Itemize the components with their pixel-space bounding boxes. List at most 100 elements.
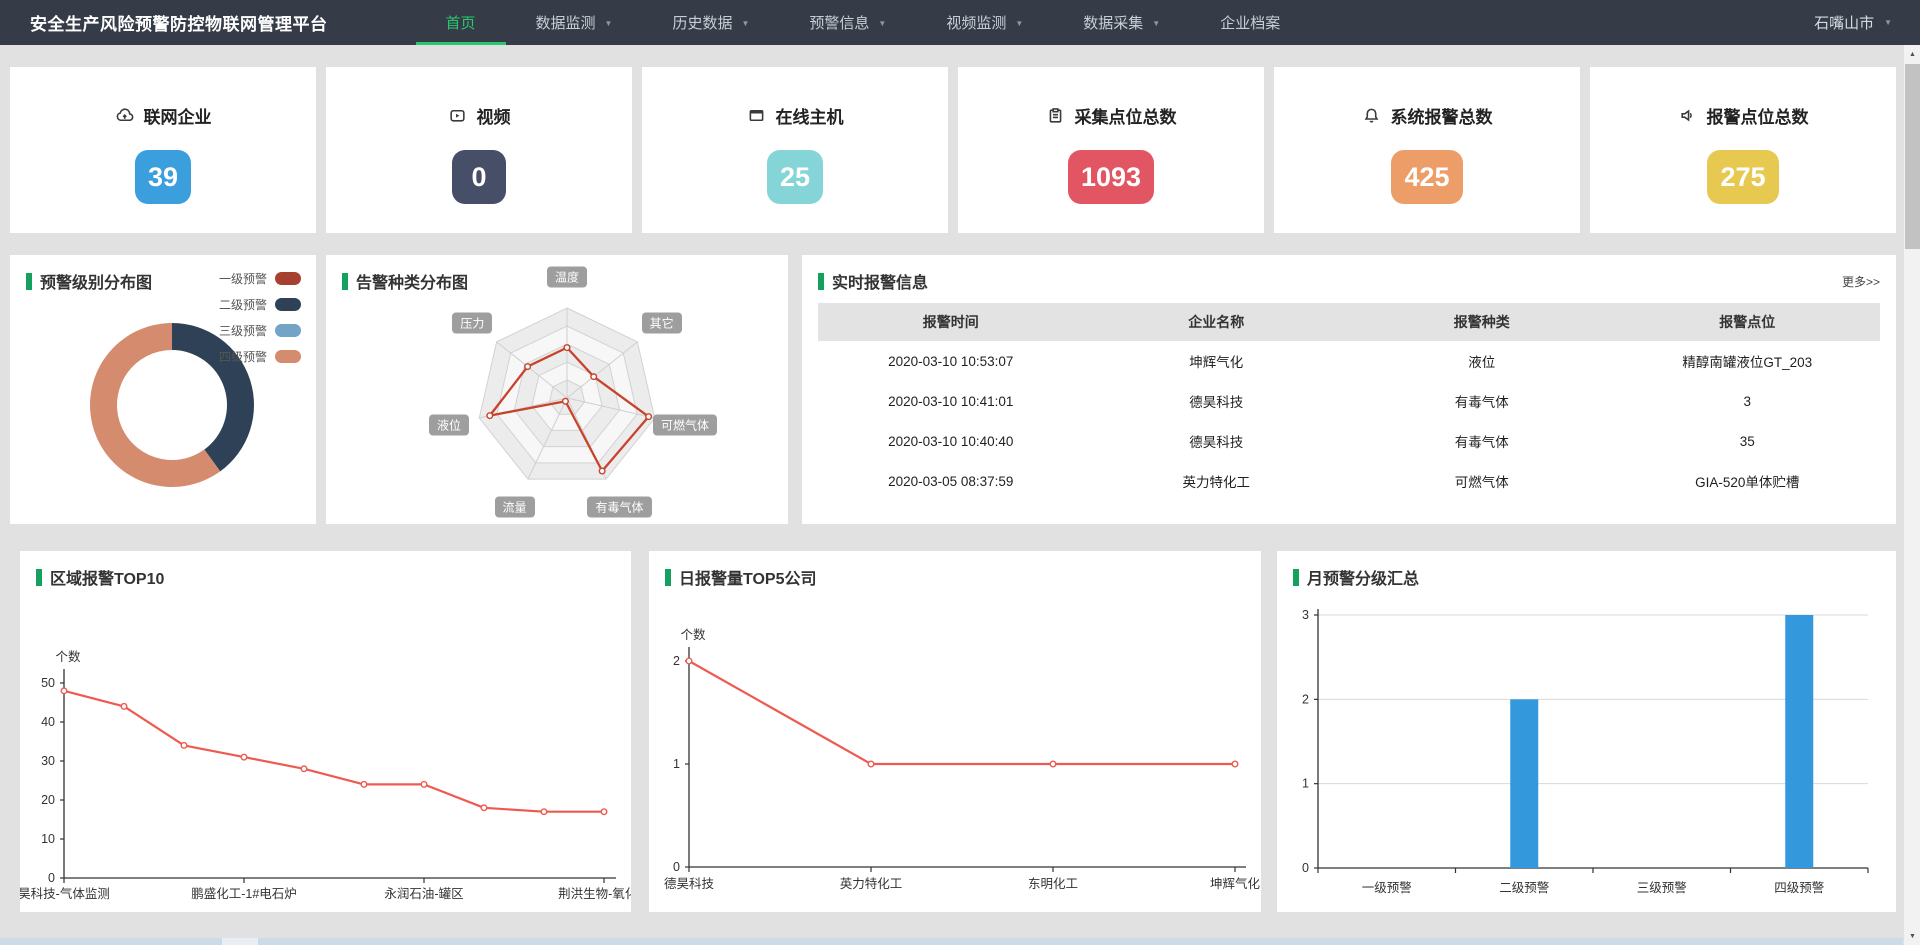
nav-item-label: 企业档案 <box>1220 12 1280 33</box>
chevron-down-icon: ▼ <box>741 19 749 28</box>
region-selector[interactable]: 石嘴山市 ▼ <box>1814 12 1892 33</box>
chevron-down-icon: ▼ <box>1884 18 1892 27</box>
svg-text:荆洪生物-氧化反: 荆洪生物-氧化反 <box>558 887 631 901</box>
radar-axis-label: 可燃气体 <box>653 414 717 435</box>
svg-text:2: 2 <box>673 654 680 668</box>
scroll-up-button[interactable]: ▲ <box>1904 45 1920 63</box>
monitor-icon <box>747 106 766 125</box>
svg-text:1: 1 <box>1302 777 1309 791</box>
next-section-edge <box>0 938 1920 945</box>
alarm-type-radar-chart <box>326 255 788 524</box>
svg-text:四级预警: 四级预警 <box>1774 880 1824 895</box>
table-cell: 2020-03-10 10:41:01 <box>818 394 1084 409</box>
legend-item[interactable]: 二级预警 <box>219 296 301 313</box>
svg-text:个数: 个数 <box>55 649 81 664</box>
svg-text:3: 3 <box>1302 608 1309 622</box>
svg-text:50: 50 <box>41 676 55 690</box>
svg-text:20: 20 <box>41 793 55 807</box>
svg-text:0: 0 <box>673 860 680 874</box>
nav-item-label: 历史数据 <box>672 12 732 33</box>
svg-text:2: 2 <box>1302 692 1309 706</box>
legend-swatch <box>275 298 301 311</box>
panel-title-text: 日报警量TOP5公司 <box>679 565 817 589</box>
radar-axis-label: 其它 <box>642 312 682 333</box>
nav-item-label: 数据监测 <box>536 12 596 33</box>
panel-warning-level-distribution: 预警级别分布图 一级预警二级预警三级预警四级预警 <box>10 255 316 524</box>
panel-realtime-alarms: 实时报警信息 更多>> 报警时间企业名称报警种类报警点位 2020-03-10 … <box>802 255 1896 524</box>
table-cell: 液位 <box>1349 351 1615 371</box>
stat-card-value: 39 <box>135 150 191 204</box>
nav-item-3[interactable]: 预警信息▼ <box>779 0 916 45</box>
speaker-icon <box>1678 106 1697 125</box>
scroll-down-button[interactable]: ▼ <box>1904 927 1920 945</box>
video-icon <box>448 106 467 125</box>
stat-card-head: 采集点位总数 <box>1046 103 1177 128</box>
panel-title-text: 预警级别分布图 <box>40 269 152 293</box>
title-marker <box>342 273 348 290</box>
svg-text:40: 40 <box>41 715 55 729</box>
stat-card-head: 视频 <box>448 103 511 128</box>
nav-item-2[interactable]: 历史数据 ▼ <box>642 0 779 45</box>
stat-card-label: 采集点位总数 <box>1075 103 1177 128</box>
region-alarm-top10-chart: 01020304050个数昊科技-气体监测鹏盛化工-1#电石炉永润石油-罐区荆洪… <box>20 551 631 912</box>
stat-card-value: 425 <box>1391 150 1462 204</box>
title-marker <box>36 569 42 586</box>
nav-item-1[interactable]: 数据监测▼ <box>506 0 643 45</box>
panel-title-text: 区域报警TOP10 <box>50 565 164 589</box>
table-cell: 德昊科技 <box>1084 391 1350 411</box>
stat-card-value: 0 <box>452 150 506 204</box>
bell-icon <box>1362 106 1381 125</box>
more-link[interactable]: 更多>> <box>1842 273 1880 290</box>
nav-menu: 首页数据监测▼ 历史数据 ▼ 预警信息▼视频监测▼数据采集▼ 企业档案 <box>416 0 1311 45</box>
title-marker <box>26 273 32 290</box>
clipboard-icon <box>1046 106 1065 125</box>
legend-label: 三级预警 <box>219 322 267 339</box>
stat-card-2: 在线主机25 <box>642 67 948 233</box>
panel-title-text: 告警种类分布图 <box>356 269 468 293</box>
legend-swatch <box>275 350 301 363</box>
nav-item-6[interactable]: 企业档案 <box>1190 0 1310 45</box>
table-cell: 精醇南罐液位GT_203 <box>1615 351 1881 371</box>
donut-legend: 一级预警二级预警三级预警四级预警 <box>219 270 301 365</box>
cloud-upload-icon <box>115 106 134 125</box>
panel-daily-alarm-top5: 日报警量TOP5公司 012个数德昊科技英力特化工东明化工坤辉气化 <box>649 551 1261 912</box>
table-cell: 英力特化工 <box>1084 471 1350 491</box>
panel-title: 实时报警信息 <box>818 269 928 293</box>
title-marker <box>1293 569 1299 586</box>
table-cell: 坤辉气化 <box>1084 351 1350 371</box>
scrollbar-thumb[interactable] <box>1905 64 1920 249</box>
legend-label: 四级预警 <box>219 348 267 365</box>
panel-title: 月预警分级汇总 <box>1293 565 1419 589</box>
table-cell: GIA-520单体贮槽 <box>1615 471 1881 491</box>
svg-text:德昊科技: 德昊科技 <box>664 876 715 891</box>
stat-card-0: 联网企业 39 <box>10 67 316 233</box>
table-cell: 2020-03-10 10:53:07 <box>818 354 1084 369</box>
alarm-table-body: 2020-03-10 10:53:07坤辉气化液位精醇南罐液位GT_203202… <box>818 341 1880 501</box>
stat-card-head: 联网企业 <box>115 103 212 128</box>
alarm-table: 报警时间企业名称报警种类报警点位 2020-03-10 10:53:07坤辉气化… <box>818 303 1880 501</box>
nav-item-label: 视频监测 <box>946 12 1006 33</box>
nav-item-0[interactable]: 首页 <box>416 0 506 45</box>
svg-text:英力特化工: 英力特化工 <box>840 876 903 891</box>
nav-item-4[interactable]: 视频监测▼ <box>916 0 1053 45</box>
panel-title: 日报警量TOP5公司 <box>665 565 817 589</box>
legend-swatch <box>275 272 301 285</box>
svg-text:永润石油-罐区: 永润石油-罐区 <box>384 887 463 901</box>
legend-item[interactable]: 四级预警 <box>219 348 301 365</box>
next-section-edge-segment <box>222 938 258 945</box>
stat-card-label: 系统报警总数 <box>1391 103 1493 128</box>
svg-text:一级预警: 一级预警 <box>1362 880 1412 895</box>
svg-text:0: 0 <box>48 871 55 885</box>
daily-alarm-top5-chart: 012个数德昊科技英力特化工东明化工坤辉气化 <box>649 551 1261 912</box>
top-nav: 安全生产风险预警防控物联网管理平台 首页数据监测▼历史数据▼预警信息▼视频监测▼… <box>0 0 1920 45</box>
table-row: 2020-03-10 10:53:07坤辉气化液位精醇南罐液位GT_203 <box>818 341 1880 381</box>
nav-item-5[interactable]: 数据采集▼ <box>1053 0 1190 45</box>
svg-text:0: 0 <box>1302 861 1309 875</box>
page-scrollbar[interactable]: ▲ ▼ <box>1903 45 1920 945</box>
legend-item[interactable]: 一级预警 <box>219 270 301 287</box>
legend-item[interactable]: 三级预警 <box>219 322 301 339</box>
nav-item-label: 预警信息 <box>809 12 869 33</box>
svg-text:三级预警: 三级预警 <box>1637 880 1687 895</box>
svg-text:30: 30 <box>41 754 55 768</box>
panel-monthly-warning-summary: 月预警分级汇总 0123一级预警二级预警三级预警四级预警 <box>1277 551 1896 912</box>
